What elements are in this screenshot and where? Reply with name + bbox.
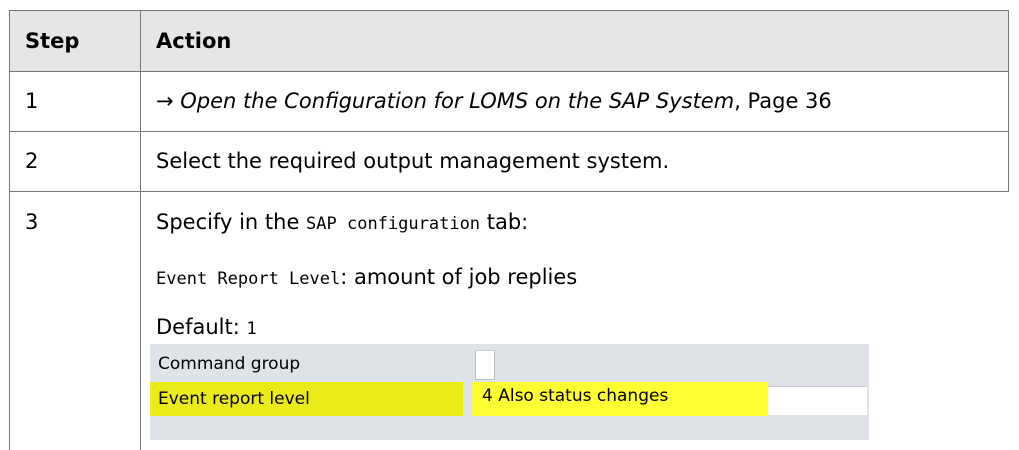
- table-row-divider: [9, 71, 1009, 72]
- cross-reference-link[interactable]: Open the Configuration for LOMS on the S…: [180, 89, 734, 113]
- row1-action: → Open the Configuration for LOMS on the…: [156, 87, 832, 115]
- code-term: SAP configuration: [306, 214, 481, 234]
- step-number: 3: [25, 210, 39, 234]
- command-group-field: [475, 350, 495, 380]
- code-term: Event Report Level: [156, 269, 341, 289]
- step-number: 2: [25, 149, 39, 173]
- page-reference: , Page 36: [734, 89, 832, 113]
- sap-config-screenshot: Command group Event report level 4 Also …: [150, 344, 869, 440]
- arrow-icon: →: [156, 89, 181, 113]
- table-border-top: [9, 10, 1009, 11]
- table-row-divider: [9, 191, 1009, 192]
- event-report-level-label: Event report level: [158, 389, 310, 409]
- header-action: Action: [156, 29, 232, 53]
- field-remainder: [768, 386, 867, 415]
- command-group-label: Command group: [158, 354, 301, 374]
- table-column-divider: [140, 10, 141, 450]
- row3-line1: Specify in the SAP configuration tab:: [156, 208, 528, 238]
- text: Default:: [156, 315, 247, 339]
- event-report-level-field: 4 Also status changes: [482, 386, 669, 406]
- row3-line3: Default: 1: [156, 313, 257, 343]
- header-step: Step: [25, 29, 80, 53]
- text: tab:: [480, 210, 529, 234]
- table-border-right: [1008, 10, 1009, 192]
- text: Specify in the: [156, 210, 307, 234]
- table-border-left: [9, 10, 10, 450]
- code-term: 1: [246, 319, 257, 339]
- step-number: 1: [25, 89, 39, 113]
- row2-action: Select the required output management sy…: [156, 149, 670, 173]
- text: : amount of job replies: [340, 265, 578, 289]
- row3-line2: Event Report Level: amount of job replie…: [156, 263, 577, 293]
- table-row-divider: [9, 131, 1009, 132]
